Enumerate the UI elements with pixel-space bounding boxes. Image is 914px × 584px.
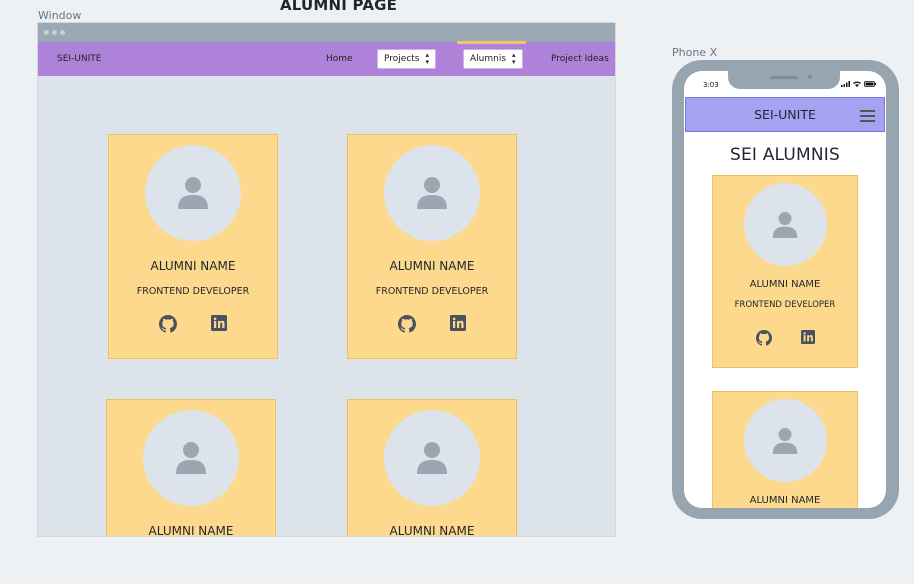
speaker	[770, 76, 798, 79]
phone-screen: 3:03 SEI-UNITE SEI ALUMNIS ALUMNI NAME F…	[684, 71, 886, 508]
phone-alumni-card[interactable]: ALUMNI NAME FRONTEND DEVELOPER	[712, 175, 858, 368]
nav-home-link[interactable]: Home	[326, 54, 353, 64]
window-frame-label: Window	[38, 9, 82, 22]
nav-alumnis-dropdown[interactable]: Alumnis ▴ ▾	[463, 49, 523, 69]
alumni-name: ALUMNI NAME	[749, 279, 821, 290]
alumni-role: FRONTEND DEVELOPER	[136, 286, 250, 297]
hamburger-menu-icon[interactable]	[860, 110, 875, 125]
select-caret-icon: ▴ ▾	[512, 51, 516, 66]
alumni-name: ALUMNI NAME	[148, 524, 234, 536]
social-links	[755, 330, 815, 346]
social-links	[398, 315, 466, 333]
github-icon[interactable]	[159, 315, 177, 333]
user-icon	[176, 442, 206, 474]
window-dot[interactable]	[60, 30, 65, 35]
avatar	[384, 145, 480, 241]
alumni-name: ALUMNI NAME	[389, 524, 475, 536]
nav-alumnis-label: Alumnis	[470, 54, 507, 64]
battery-icon	[864, 81, 876, 87]
avatar	[743, 183, 827, 266]
alumni-role: FRONTEND DEVELOPER	[734, 300, 836, 310]
signal-icon	[841, 81, 850, 87]
alumni-name: ALUMNI NAME	[150, 259, 236, 273]
github-icon[interactable]	[398, 315, 416, 333]
alumni-role: FRONTEND DEVELOPER	[375, 286, 489, 297]
desktop-window: SEI-UNITE Home Projects ▴ ▾ Alumnis ▴ ▾ Pr…	[38, 23, 615, 536]
alumni-name: ALUMNI NAME	[389, 259, 475, 273]
page-title: ALUMNI PAGE	[280, 0, 398, 14]
phone-frame-label: Phone X	[672, 46, 718, 59]
brand-link[interactable]: SEI-UNITE	[57, 54, 101, 64]
window-titlebar	[38, 23, 615, 42]
window-dot[interactable]	[44, 30, 49, 35]
phone-navbar: SEI-UNITE	[685, 97, 885, 132]
phone-notch	[728, 71, 840, 89]
avatar	[145, 145, 241, 241]
nav-projects-label: Projects	[384, 54, 420, 64]
avatar	[384, 410, 480, 506]
active-nav-indicator	[457, 41, 526, 44]
wifi-icon	[853, 81, 861, 87]
linkedin-icon[interactable]	[211, 315, 227, 331]
user-icon	[772, 427, 798, 454]
status-icons	[841, 81, 876, 87]
camera	[808, 75, 812, 79]
user-icon	[178, 177, 208, 209]
alumni-card[interactable]: ALUMNI NAME	[106, 399, 276, 536]
navbar: SEI-UNITE Home Projects ▴ ▾ Alumnis ▴ ▾ Pr…	[38, 41, 615, 76]
user-icon	[417, 177, 447, 209]
nav-project-ideas-link[interactable]: Project Ideas	[551, 54, 609, 64]
user-icon	[417, 442, 447, 474]
linkedin-icon[interactable]	[450, 315, 466, 331]
github-icon[interactable]	[755, 330, 772, 346]
user-icon	[772, 211, 798, 238]
alumni-card[interactable]: ALUMNI NAME FRONTEND DEVELOPER	[108, 134, 278, 359]
nav-projects-dropdown[interactable]: Projects ▴ ▾	[377, 49, 436, 69]
avatar	[143, 410, 239, 506]
window-controls[interactable]	[44, 30, 65, 35]
alumni-card[interactable]: ALUMNI NAME	[347, 399, 517, 536]
avatar	[743, 399, 827, 482]
window-dot[interactable]	[52, 30, 57, 35]
linkedin-icon[interactable]	[800, 330, 815, 344]
phone-page-heading: SEI ALUMNIS	[729, 145, 841, 165]
alumni-card[interactable]: ALUMNI NAME FRONTEND DEVELOPER	[347, 134, 517, 359]
status-time: 3:03	[703, 81, 719, 89]
social-links	[159, 315, 227, 333]
phone-alumni-card[interactable]: ALUMNI NAME	[712, 391, 858, 508]
select-caret-icon: ▴ ▾	[425, 51, 429, 66]
alumni-name: ALUMNI NAME	[749, 495, 821, 506]
phone-frame: 3:03 SEI-UNITE SEI ALUMNIS ALUMNI NAME F…	[672, 60, 899, 519]
phone-brand-link[interactable]: SEI-UNITE	[686, 107, 884, 122]
